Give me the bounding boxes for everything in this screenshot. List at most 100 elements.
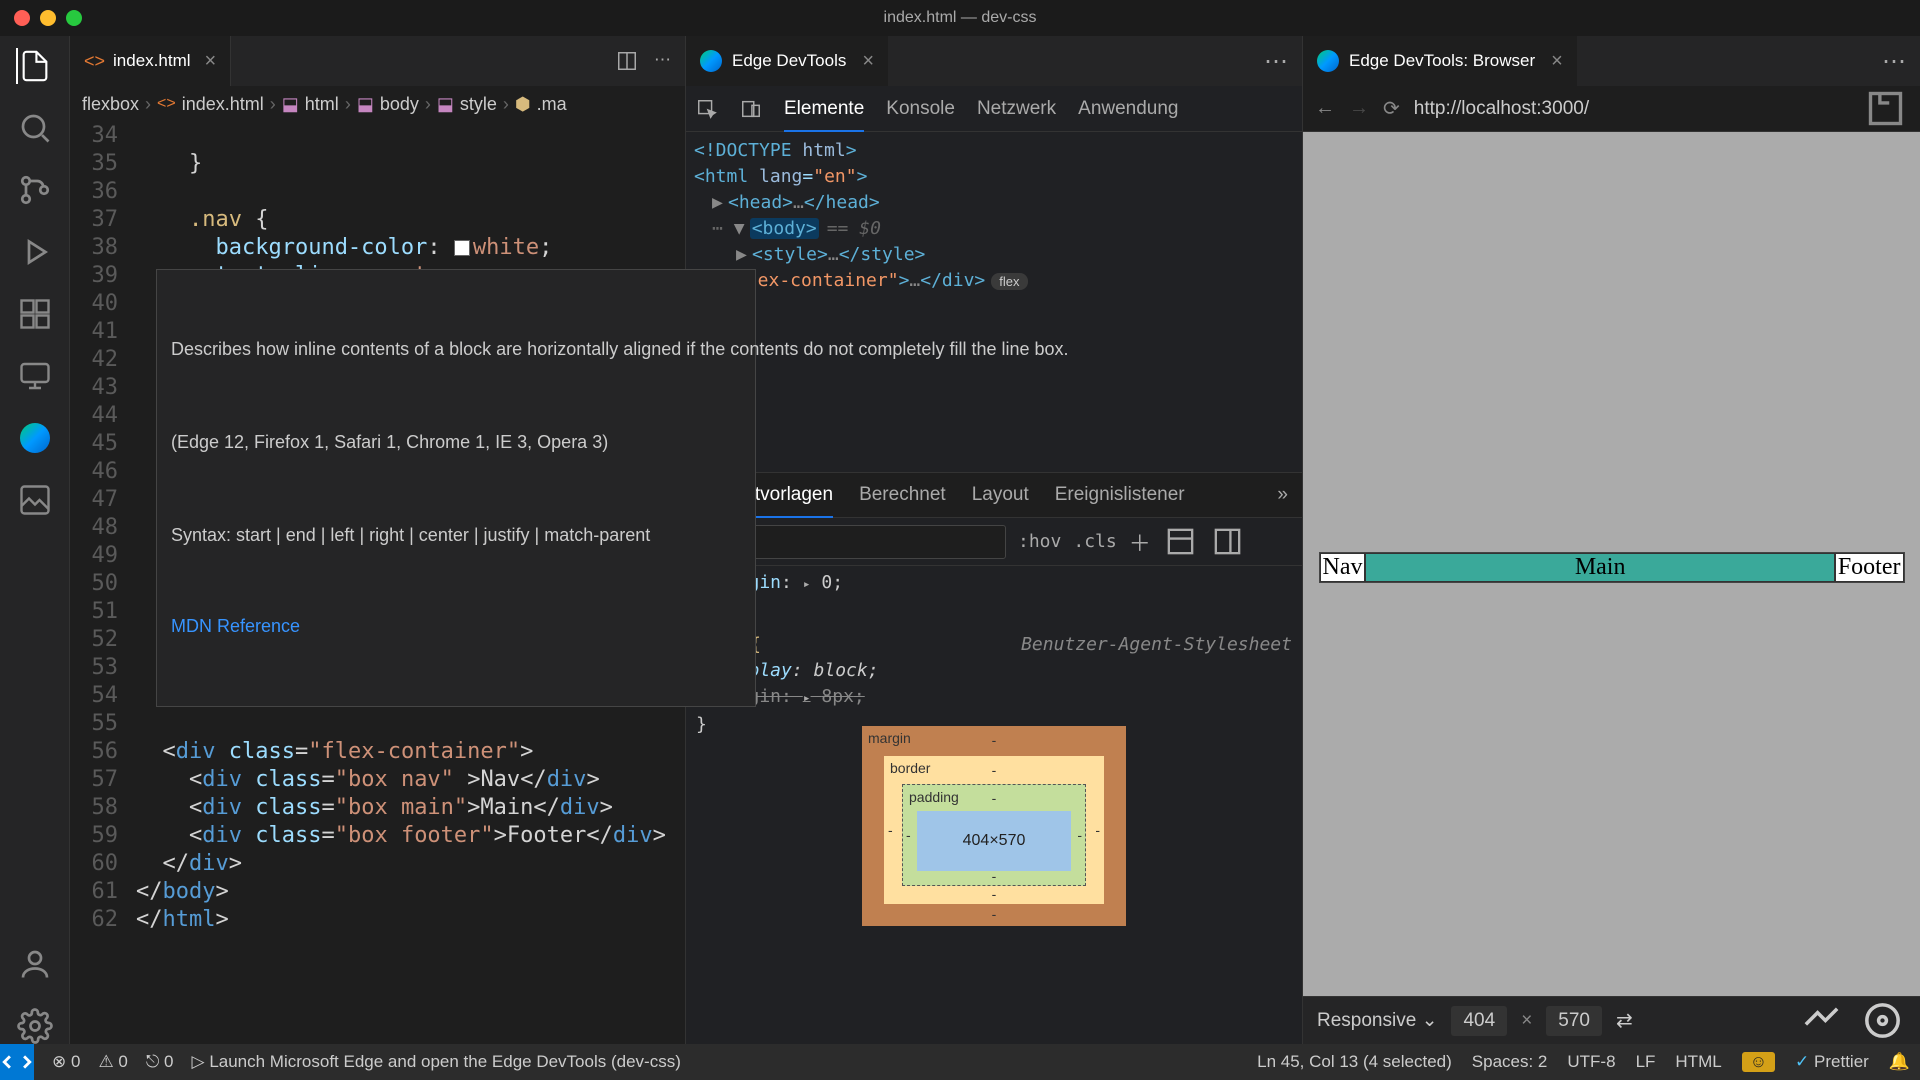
breadcrumb[interactable]: flexbox › <> index.html › ⬓ html › ⬓ bod…	[70, 86, 685, 122]
close-tab-icon[interactable]: ×	[1551, 50, 1563, 73]
port-forwarding[interactable]: ⎋ 0	[146, 1052, 174, 1072]
elements-tab[interactable]: Elemente	[784, 98, 864, 132]
devtools-tab-row: Edge DevTools × ⋯	[686, 36, 1302, 86]
code-symbol-icon: ⬓	[357, 94, 374, 115]
emulation-settings-icon[interactable]	[1859, 997, 1906, 1044]
settings-gear-icon[interactable]	[17, 1008, 53, 1044]
device-dropdown[interactable]: Responsive ⌄	[1317, 1009, 1437, 1032]
cursor-position[interactable]: Ln 45, Col 13 (4 selected)	[1257, 1052, 1452, 1072]
computed-tab[interactable]: Berechnet	[859, 484, 946, 506]
device-height[interactable]: 570	[1546, 1006, 1602, 1036]
padding-label: padding	[909, 789, 959, 805]
rendered-main: Main	[1365, 553, 1834, 582]
tab-label: Edge DevTools: Browser	[1349, 51, 1535, 71]
device-width[interactable]: 404	[1451, 1006, 1507, 1036]
encoding[interactable]: UTF-8	[1567, 1052, 1615, 1072]
tab-devtools[interactable]: Edge DevTools ×	[686, 36, 888, 86]
minimize-window-button[interactable]	[40, 10, 56, 26]
chevron-right-icon: ›	[145, 94, 151, 115]
collapse-icon[interactable]: ▼	[734, 216, 746, 242]
eol[interactable]: LF	[1636, 1052, 1656, 1072]
gallery-icon[interactable]	[17, 482, 53, 518]
open-external-icon[interactable]	[1863, 86, 1908, 131]
hov-toggle[interactable]: :hov	[1018, 531, 1061, 552]
browser-tab-row: Edge DevTools: Browser × ⋯	[1303, 36, 1920, 86]
network-tab[interactable]: Netzwerk	[977, 98, 1056, 120]
remote-explorer-icon[interactable]	[17, 358, 53, 394]
device-emulation-bar: Responsive ⌄ 404 × 570 ⇄	[1303, 996, 1920, 1044]
device-toggle-icon[interactable]	[740, 98, 762, 120]
breadcrumb-symbol[interactable]: style	[460, 94, 497, 115]
forward-icon[interactable]: →	[1349, 97, 1369, 120]
feedback-icon[interactable]: ☺	[1742, 1052, 1775, 1072]
close-tab-icon[interactable]: ×	[205, 50, 217, 73]
inspect-element-icon[interactable]	[696, 98, 718, 120]
launch-edge-hint[interactable]: ▷ Launch Microsoft Edge and open the Edg…	[192, 1052, 681, 1072]
reload-icon[interactable]: ⟳	[1383, 96, 1400, 121]
close-window-button[interactable]	[14, 10, 30, 26]
margin-label: margin	[868, 730, 911, 746]
rotate-icon[interactable]: ⇄	[1616, 1008, 1633, 1033]
cls-toggle[interactable]: .cls	[1073, 531, 1116, 552]
browser-viewport[interactable]: Nav Main Footer	[1303, 132, 1920, 996]
search-icon[interactable]	[17, 110, 53, 146]
source-control-icon[interactable]	[17, 172, 53, 208]
close-tab-icon[interactable]: ×	[862, 50, 874, 73]
chevron-right-icon: ›	[425, 94, 431, 115]
throttling-icon[interactable]	[1798, 997, 1845, 1044]
user-agent-label: Benutzer-Agent-Stylesheet	[1021, 632, 1292, 658]
tab-index-html[interactable]: <> index.html ×	[70, 36, 231, 86]
application-tab[interactable]: Anwendung	[1078, 98, 1178, 120]
breadcrumb-folder[interactable]: flexbox	[82, 94, 139, 115]
tab-label: Edge DevTools	[732, 51, 846, 71]
layout-tab[interactable]: Layout	[972, 484, 1029, 506]
edge-icon	[700, 50, 722, 72]
code-editor[interactable]: 3435363738394041424344454647484950515253…	[70, 122, 685, 1044]
status-bar: ⊗ 0 ⚠ 0 ⎋ 0 ▷ Launch Microsoft Edge and …	[0, 1044, 1920, 1080]
breadcrumb-symbol[interactable]: html	[305, 94, 339, 115]
split-editor-icon[interactable]	[616, 50, 638, 72]
tab-label: index.html	[113, 51, 190, 71]
computed-styles-icon[interactable]	[1163, 524, 1198, 559]
explorer-icon[interactable]	[16, 48, 52, 84]
hover-syntax: Syntax: start | end | left | right | cen…	[171, 522, 741, 549]
new-style-rule-icon[interactable]: ＋	[1129, 526, 1151, 558]
code-content[interactable]: } .nav { background-color: white; text-a…	[136, 122, 685, 1044]
more-actions-icon[interactable]: ⋯	[1264, 47, 1302, 76]
expand-icon[interactable]: ▶	[736, 242, 748, 268]
language-mode[interactable]: HTML	[1675, 1052, 1721, 1072]
indentation[interactable]: Spaces: 2	[1472, 1052, 1548, 1072]
url-bar[interactable]: http://localhost:3000/	[1414, 98, 1849, 120]
maximize-window-button[interactable]	[66, 10, 82, 26]
edge-tools-icon[interactable]	[17, 420, 53, 456]
dom-tree[interactable]: <!DOCTYPE html> <html lang="en"> ▶<head>…	[686, 132, 1302, 472]
devtools-panel: Edge DevTools × ⋯ Elemente Konsole Netzw…	[685, 36, 1302, 1044]
box-model[interactable]: margin - - border - - - - padding - - - …	[686, 696, 1302, 1044]
tab-browser[interactable]: Edge DevTools: Browser ×	[1303, 36, 1577, 86]
prettier-status[interactable]: ✓ Prettier	[1795, 1052, 1869, 1072]
more-actions-icon[interactable]: ⋯	[1882, 47, 1920, 76]
remote-indicator[interactable]	[0, 1044, 34, 1080]
html-file-icon: <>	[157, 95, 176, 113]
rendered-footer: Footer	[1835, 553, 1904, 582]
breadcrumb-file[interactable]: index.html	[182, 94, 264, 115]
toggle-panel-icon[interactable]	[1210, 524, 1245, 559]
more-actions-icon[interactable]: ⋯	[654, 50, 671, 72]
expand-icon[interactable]: ▶	[712, 190, 724, 216]
errors-count[interactable]: ⊗ 0	[52, 1052, 80, 1072]
flex-badge[interactable]: flex	[991, 273, 1027, 290]
breadcrumb-symbol[interactable]: .ma	[537, 94, 567, 115]
more-tabs-icon[interactable]: »	[1277, 484, 1288, 506]
mdn-reference-link[interactable]: MDN Reference	[171, 613, 741, 640]
breadcrumb-symbol[interactable]: body	[380, 94, 419, 115]
account-icon[interactable]	[17, 946, 53, 982]
eventlisteners-tab[interactable]: Ereignislistener	[1055, 484, 1185, 506]
back-icon[interactable]: ←	[1315, 97, 1335, 120]
console-tab[interactable]: Konsole	[886, 98, 955, 120]
extensions-icon[interactable]	[17, 296, 53, 332]
warnings-count[interactable]: ⚠ 0	[98, 1052, 127, 1072]
css-rules[interactable]: margin: ▸ 0; } body {Benutzer-Agent-Styl…	[686, 566, 1302, 696]
notifications-icon[interactable]: 🔔	[1889, 1052, 1910, 1072]
chevron-right-icon: ›	[345, 94, 351, 115]
run-debug-icon[interactable]	[17, 234, 53, 270]
